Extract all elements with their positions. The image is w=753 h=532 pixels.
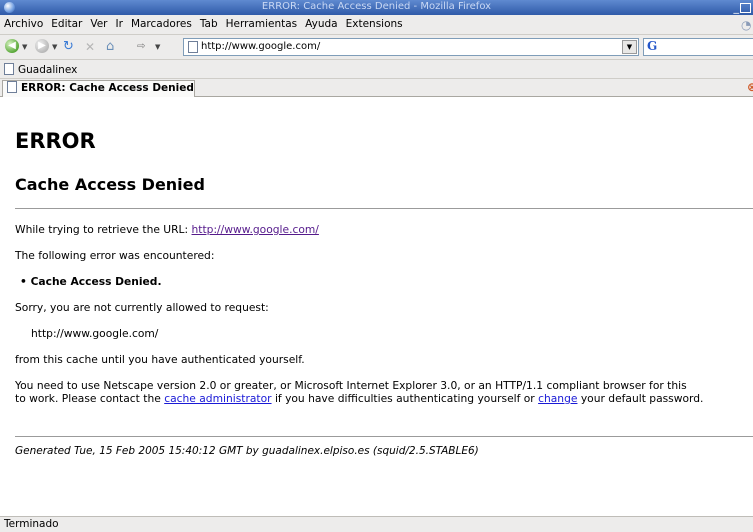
page-icon bbox=[188, 41, 198, 53]
cache-administrator-link[interactable]: cache administrator bbox=[164, 392, 271, 405]
retrieve-url-link[interactable]: http://www.google.com/ bbox=[192, 223, 319, 236]
from-cache-text: from this cache until you have authentic… bbox=[15, 353, 305, 366]
sorry-text: Sorry, you are not currently allowed to … bbox=[15, 301, 269, 314]
generated-footer: Generated Tue, 15 Feb 2005 15:40:12 GMT … bbox=[15, 445, 479, 457]
url-bar[interactable]: http://www.google.com/ ▼ bbox=[183, 38, 639, 56]
maximize-button[interactable] bbox=[740, 3, 751, 13]
go-icon[interactable]: ⇨ bbox=[137, 39, 145, 55]
forward-button[interactable]: ▶ bbox=[35, 39, 49, 53]
title-bar: ERROR: Cache Access Denied - Mozilla Fir… bbox=[0, 0, 753, 15]
menu-marcadores[interactable]: Marcadores bbox=[127, 15, 196, 34]
contact-middle: if you have difficulties authenticating … bbox=[271, 392, 539, 405]
menu-ir[interactable]: Ir bbox=[112, 15, 127, 34]
home-icon[interactable]: ⌂ bbox=[106, 39, 114, 55]
contact-prefix: to work. Please contact the bbox=[15, 392, 165, 405]
search-box[interactable]: G bbox=[643, 38, 753, 56]
bookmark-label: Guadalinex bbox=[18, 64, 78, 76]
page-heading: ERROR bbox=[15, 129, 96, 153]
divider bbox=[15, 208, 753, 209]
tab-error-page[interactable]: ERROR: Cache Access Denied bbox=[2, 80, 195, 97]
netscape-text: You need to use Netscape version 2.0 or … bbox=[15, 379, 687, 392]
retrieve-prefix: While trying to retrieve the URL: bbox=[15, 223, 192, 236]
contact-line: to work. Please contact the cache admini… bbox=[15, 392, 703, 405]
error-item: • Cache Access Denied. bbox=[20, 275, 162, 288]
status-text: Terminado bbox=[4, 518, 59, 530]
retrieve-line: While trying to retrieve the URL: http:/… bbox=[15, 223, 319, 236]
menu-extensions[interactable]: Extensions bbox=[342, 15, 407, 34]
menu-editar[interactable]: Editar bbox=[47, 15, 86, 34]
page-icon bbox=[4, 63, 14, 75]
menu-bar: Archivo Editar Ver Ir Marcadores Tab Herramien… bbox=[0, 15, 753, 35]
bookmark-guadalinex[interactable]: Guadalinex bbox=[4, 63, 77, 76]
window-title: ERROR: Cache Access Denied - Mozilla Fir… bbox=[261, 1, 492, 12]
error-item-text: Cache Access Denied. bbox=[30, 275, 162, 288]
bullet-icon: • bbox=[20, 275, 31, 288]
go-dropdown-icon[interactable]: ▼ bbox=[155, 39, 160, 55]
contact-suffix: your default password. bbox=[577, 392, 704, 405]
navigation-toolbar: ◀ ▼ ▶ ▼ ↻ ✕ ⌂ ⇨ ▼ http://www.google.com/… bbox=[0, 35, 753, 60]
change-password-link[interactable]: change bbox=[538, 392, 577, 405]
back-button[interactable]: ◀ bbox=[5, 39, 19, 53]
tab-label: ERROR: Cache Access Denied bbox=[21, 82, 194, 94]
close-tab-icon[interactable]: ⊗ bbox=[747, 80, 753, 94]
menu-tab[interactable]: Tab bbox=[196, 15, 222, 34]
url-text[interactable]: http://www.google.com/ bbox=[201, 40, 320, 54]
throbber-icon: ◔ bbox=[741, 18, 752, 32]
back-dropdown-icon[interactable]: ▼ bbox=[22, 39, 27, 55]
reload-icon[interactable]: ↻ bbox=[63, 39, 74, 55]
bookmarks-toolbar: Guadalinex bbox=[0, 60, 753, 79]
error-intro: The following error was encountered: bbox=[15, 249, 215, 262]
google-search-icon[interactable]: G bbox=[647, 39, 657, 53]
tab-bar: ERROR: Cache Access Denied ⊗ bbox=[0, 79, 753, 97]
status-bar: Terminado bbox=[0, 516, 753, 532]
menu-ver[interactable]: Ver bbox=[86, 15, 111, 34]
menu-archivo[interactable]: Archivo bbox=[0, 15, 47, 34]
requested-url: http://www.google.com/ bbox=[31, 327, 159, 340]
page-icon bbox=[7, 81, 17, 93]
menu-ayuda[interactable]: Ayuda bbox=[301, 15, 341, 34]
divider bbox=[15, 436, 753, 437]
minimize-button[interactable]: _ bbox=[734, 1, 740, 14]
stop-icon[interactable]: ✕ bbox=[85, 39, 95, 55]
forward-dropdown-icon[interactable]: ▼ bbox=[52, 39, 57, 55]
url-dropdown-icon[interactable]: ▼ bbox=[622, 40, 637, 54]
page-content: ERROR Cache Access Denied While trying t… bbox=[0, 97, 753, 515]
page-subheading: Cache Access Denied bbox=[15, 175, 205, 194]
menu-herramientas[interactable]: Herramientas bbox=[222, 15, 302, 34]
